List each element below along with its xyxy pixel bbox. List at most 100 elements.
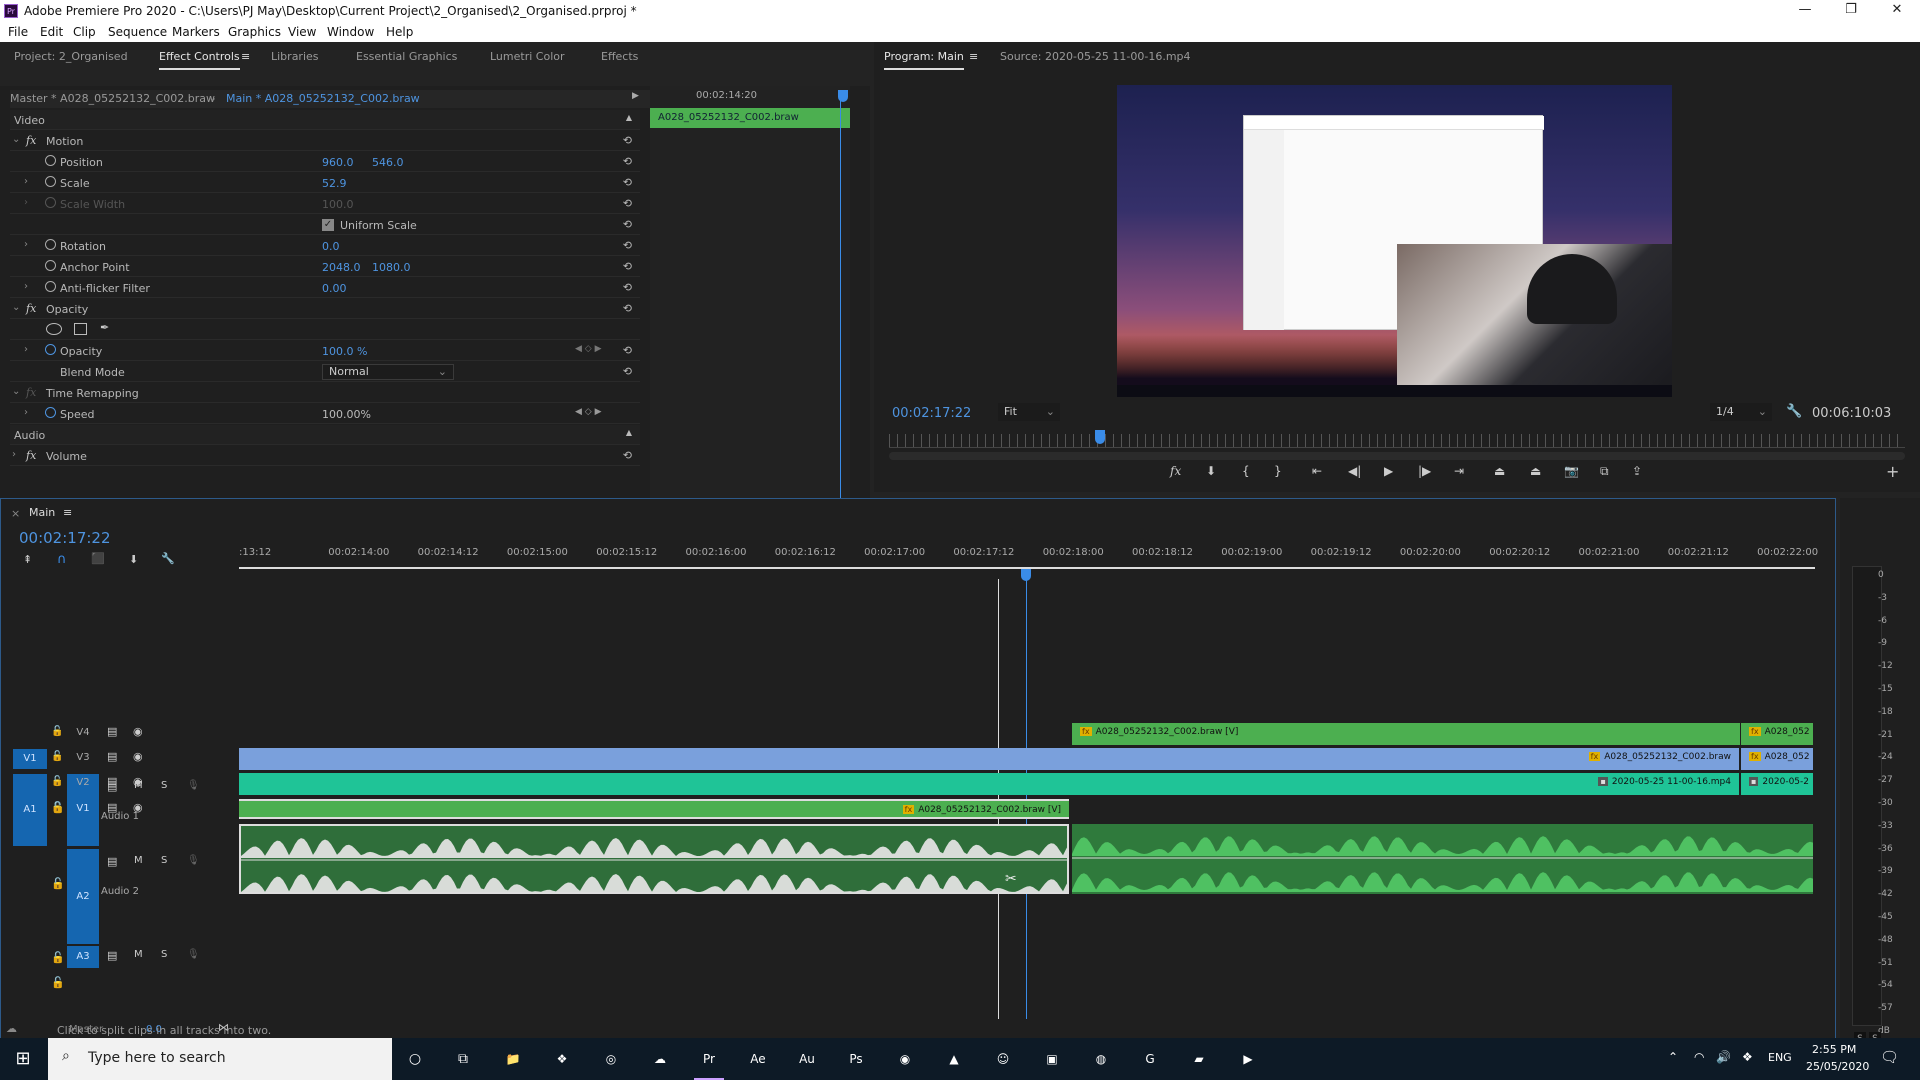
video-preview[interactable] xyxy=(1117,85,1672,397)
timeline-vertical-scrollbar[interactable] xyxy=(1811,569,1819,1039)
language-indicator[interactable]: ENG xyxy=(1768,1051,1792,1064)
reset-icon[interactable]: ⟲ xyxy=(623,134,632,147)
minimize-button[interactable]: — xyxy=(1782,2,1828,20)
notifications-icon[interactable]: 🗨 xyxy=(1880,1048,1899,1066)
sync-lock-icon[interactable]: ▤ xyxy=(107,780,117,793)
add-marker-icon[interactable]: ⬇ xyxy=(129,553,138,566)
track-v2-target[interactable]: V2 xyxy=(67,774,99,792)
solo-button[interactable]: S xyxy=(161,780,167,791)
tab-effect-controls[interactable]: Effect Controls xyxy=(159,50,240,70)
reset-icon[interactable]: ⟲ xyxy=(623,344,632,357)
chevron-right-icon[interactable]: › xyxy=(24,281,28,292)
lock-icon[interactable]: 🔓 xyxy=(51,802,63,813)
share-icon[interactable]: ⇪ xyxy=(1632,464,1642,478)
sync-lock-icon[interactable]: ▤ xyxy=(107,949,117,962)
microphone-icon[interactable]: 🎙 xyxy=(187,780,200,791)
menu-file[interactable]: File xyxy=(8,25,28,39)
collapse-arrow-icon[interactable]: ▲ xyxy=(626,113,632,122)
creative-cloud-sync-icon[interactable]: ☁ xyxy=(6,1022,17,1035)
tab-main-sequence[interactable]: Main xyxy=(29,506,55,519)
creative-cloud-taskbar-icon[interactable]: ☁ xyxy=(645,1044,675,1074)
show-hidden-icons[interactable]: ⌃ xyxy=(1668,1050,1678,1064)
mute-button[interactable]: M xyxy=(134,949,143,960)
program-timecode[interactable]: 00:02:17:22 xyxy=(892,406,971,421)
obs-taskbar-icon[interactable]: ◍ xyxy=(1086,1044,1116,1074)
tab-libraries[interactable]: Libraries xyxy=(271,50,319,63)
after-effects-taskbar-icon[interactable]: Ae xyxy=(743,1044,773,1074)
cortana-icon[interactable]: ○ xyxy=(400,1044,430,1074)
fx-icon[interactable]: fx xyxy=(26,302,36,315)
reset-icon[interactable]: ⟲ xyxy=(623,218,632,231)
windows-start-icon[interactable]: ⊞ xyxy=(8,1044,38,1074)
chevron-down-icon[interactable]: ⌄ xyxy=(12,302,20,313)
stopwatch-icon[interactable] xyxy=(45,260,56,271)
keyframe-nav-icon[interactable]: ◀ ◇ ▶ xyxy=(575,407,602,417)
panel-menu-icon[interactable]: ≡ xyxy=(241,50,250,63)
step-forward-icon[interactable]: |▶ xyxy=(1418,464,1431,478)
sync-lock-icon[interactable]: ▤ xyxy=(107,801,117,814)
clip-v2-mp4-next[interactable]: ▪ 2020-05-2 xyxy=(1741,773,1813,795)
lock-icon[interactable]: 🔓 xyxy=(51,726,63,737)
linked-selection-icon[interactable]: ⬛ xyxy=(91,552,105,565)
track-v3-target[interactable]: V3 xyxy=(67,749,99,767)
anchor-y-value[interactable]: 1080.0 xyxy=(372,261,411,274)
photoshop-taskbar-icon[interactable]: Ps xyxy=(841,1044,871,1074)
chevron-right-icon[interactable]: › xyxy=(24,239,28,250)
chevron-down-icon[interactable]: ⌄ xyxy=(12,386,20,397)
menu-edit[interactable]: Edit xyxy=(40,25,63,39)
ellipse-mask-icon[interactable] xyxy=(46,323,62,335)
anchor-x-value[interactable]: 2048.0 xyxy=(322,261,361,274)
stopwatch-icon[interactable] xyxy=(45,344,56,355)
screen-share-taskbar-icon[interactable]: ▣ xyxy=(1037,1044,1067,1074)
export-frame-icon[interactable]: 📷 xyxy=(1564,464,1579,478)
sync-lock-icon[interactable]: ▤ xyxy=(107,750,117,763)
uniform-scale-checkbox[interactable]: ✓ xyxy=(322,219,334,231)
timeline-timecode[interactable]: 00:02:17:22 xyxy=(19,529,111,547)
sync-lock-icon[interactable]: ▤ xyxy=(107,855,117,868)
extract-icon[interactable]: ⏏ xyxy=(1530,464,1541,478)
eye-icon[interactable]: ◉ xyxy=(133,750,143,763)
pen-mask-icon[interactable]: ✒ xyxy=(100,321,109,334)
anti-flicker-value[interactable]: 0.00 xyxy=(322,282,347,295)
menu-clip[interactable]: Clip xyxy=(73,25,96,39)
source-patch-v1[interactable]: V1 xyxy=(13,749,47,769)
clip-v4-a028[interactable]: fx A028_05252132_C002.braw [V] xyxy=(1072,723,1740,745)
lock-icon[interactable]: 🔓 xyxy=(51,751,63,762)
playback-resolution-select[interactable]: 1/4 ⌄ xyxy=(1710,403,1772,421)
premiere-pro-taskbar-icon[interactable]: Pr xyxy=(694,1044,724,1080)
wifi-icon[interactable]: ◠ xyxy=(1694,1050,1704,1064)
program-zoom-scrollbar[interactable] xyxy=(889,452,1905,460)
lock-icon[interactable]: 🔓 xyxy=(51,877,65,890)
stopwatch-icon[interactable] xyxy=(45,281,56,292)
maximize-button[interactable]: ❐ xyxy=(1828,2,1874,20)
menu-window[interactable]: Window xyxy=(327,25,374,39)
snap-magnet-icon[interactable]: ∩ xyxy=(57,552,67,567)
timeline-settings-wrench-icon[interactable]: 🔧 xyxy=(161,552,175,565)
track-a2-target[interactable]: A2 xyxy=(67,849,99,944)
clip-v4-a028-next[interactable]: fx A028_052 xyxy=(1741,723,1813,745)
vlc-taskbar-icon[interactable]: ▲ xyxy=(939,1044,969,1074)
clip-v1-a028[interactable]: fx A028_05252132_C002.braw [V] xyxy=(239,799,1069,819)
step-back-icon[interactable]: ◀| xyxy=(1348,464,1361,478)
go-to-out-icon[interactable]: ⇥ xyxy=(1454,464,1464,478)
clip-v2-mp4[interactable]: ▪ 2020-05-25 11-00-16.mp4 xyxy=(239,773,1739,795)
stopwatch-icon[interactable] xyxy=(45,407,56,418)
source-patch-a1[interactable]: A1 xyxy=(13,774,47,846)
panel-menu-icon[interactable]: ≡ xyxy=(63,506,72,519)
collapse-arrow-icon[interactable]: ▲ xyxy=(626,428,632,437)
menu-markers[interactable]: Markers xyxy=(172,25,220,39)
reset-icon[interactable]: ⟲ xyxy=(623,302,632,315)
play-icon[interactable]: ▶ xyxy=(1384,464,1393,478)
program-playhead[interactable] xyxy=(1095,430,1106,444)
mark-out-icon[interactable]: } xyxy=(1274,464,1282,478)
eye-icon[interactable]: ◉ xyxy=(133,801,143,814)
track-a3-target[interactable]: A3 xyxy=(67,946,99,968)
go-to-in-icon[interactable]: ⇤ xyxy=(1312,464,1322,478)
track-v4-target[interactable]: V4 xyxy=(67,724,99,742)
stopwatch-icon[interactable] xyxy=(45,176,56,187)
lock-icon[interactable]: 🔓 xyxy=(51,951,65,964)
reset-icon[interactable]: ⟲ xyxy=(623,239,632,252)
position-y-value[interactable]: 546.0 xyxy=(372,156,404,169)
clip-v3-a028-next[interactable]: fx A028_052 xyxy=(1741,748,1813,770)
reset-icon[interactable]: ⟲ xyxy=(623,176,632,189)
